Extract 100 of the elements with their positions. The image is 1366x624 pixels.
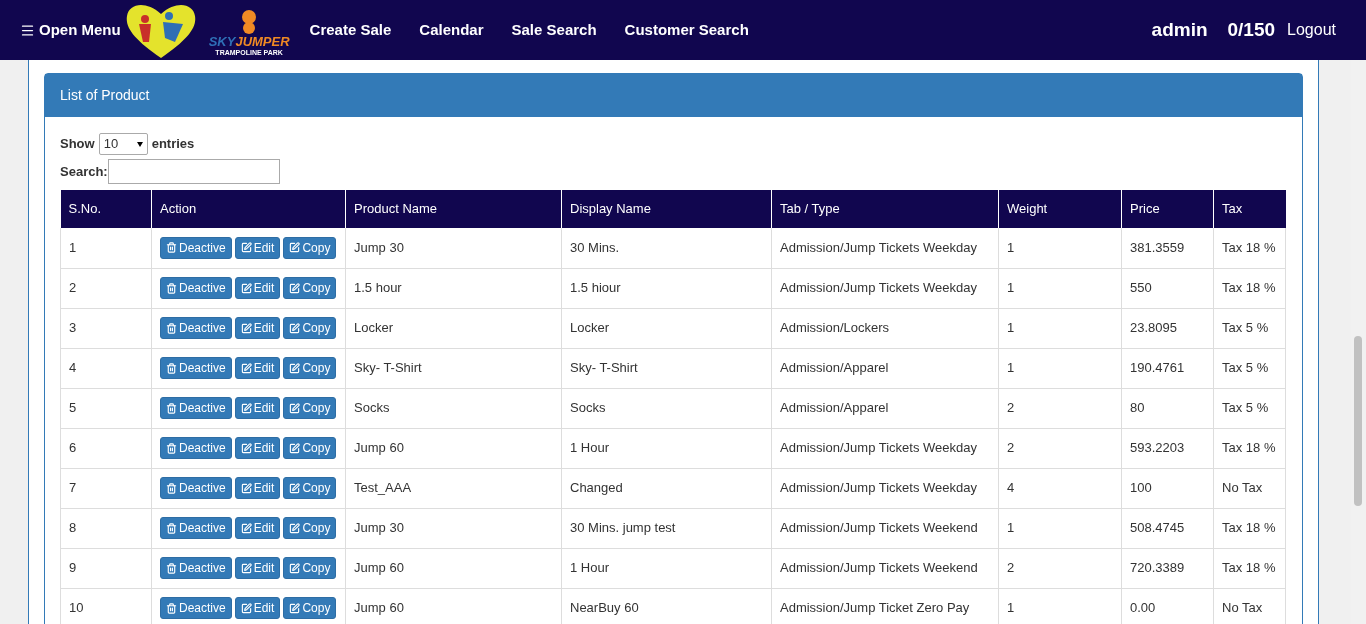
action-button[interactable]: Deactive [160,317,232,339]
panel-title: List of Product [60,86,150,105]
action-button[interactable]: Copy [283,317,337,339]
table-cell: Admission/Apparel [771,348,999,388]
table-cell: Admission/Jump Tickets Weekend [771,548,999,588]
table-cell: 80 [1121,388,1214,428]
action-button[interactable]: Edit [234,557,281,579]
table-cell: 1 [998,588,1122,624]
action-button[interactable]: Deactive [160,557,232,579]
column-header: S.No. [60,190,152,228]
edit-icon [289,322,301,334]
table-cell: 8 [60,508,152,548]
table-cell: Sky- T-Shirt [345,348,562,388]
trash-icon [166,402,177,414]
column-header: Weight [998,190,1122,228]
edit-icon [289,362,301,374]
entries-select[interactable]: 10 [98,133,148,155]
action-button[interactable]: Deactive [160,437,232,459]
table-cell: 550 [1121,268,1214,308]
action-button[interactable]: Deactive [160,397,232,419]
edit-icon [240,362,252,374]
action-button[interactable]: Edit [234,277,281,299]
entries-label: entries [151,135,195,154]
action-button[interactable]: Copy [283,277,337,299]
search-field[interactable] [107,159,280,184]
edit-icon [240,402,252,414]
table-cell: 1 [60,228,152,268]
nav-link[interactable]: Sale Search [511,18,597,42]
table-cell: Locker [561,308,772,348]
table-cell: 1.5 hiour [561,268,772,308]
trash-icon [166,322,177,334]
action-button[interactable]: Copy [283,597,337,619]
table-cell: 1 [998,268,1122,308]
action-button[interactable]: Edit [234,357,281,379]
action-button[interactable]: Edit [234,236,281,259]
action-button[interactable]: Copy [283,557,337,579]
action-button[interactable]: Deactive [160,277,232,299]
action-button[interactable]: Edit [234,597,281,619]
table-cell: 381.3559 [1121,228,1214,268]
action-button[interactable]: Deactive [160,477,232,499]
table-cell: 1 Hour [561,548,772,588]
action-button[interactable]: Deactive [160,357,232,379]
edit-icon [240,522,252,534]
table-cell: 5 [60,388,152,428]
scrollbar-thumb[interactable] [1354,336,1362,506]
edit-icon [289,442,301,454]
table-cell: Jump 60 [345,548,562,588]
table-cell: Sky- T-Shirt [561,348,772,388]
open-menu-button[interactable]: Open Menu [20,18,121,42]
table-cell: 190.4761 [1121,348,1214,388]
action-button[interactable]: Edit [234,437,281,459]
table-cell: 6 [60,428,152,468]
table-cell: Admission/Jump Tickets Weekend [771,508,999,548]
table-cell: No Tax [1213,468,1286,508]
edit-icon [289,482,301,494]
table-cell: Jump 60 [345,428,562,468]
nav-link[interactable]: Calendar [419,18,484,42]
column-header: Price [1121,190,1214,228]
table-cell: 1 [998,508,1122,548]
search-label: Search: [60,162,108,181]
trash-icon [166,522,177,534]
edit-icon [240,282,252,294]
table-cell: Admission/Jump Ticket Zero Pay [771,588,999,624]
action-button[interactable]: Copy [283,357,337,379]
action-button[interactable]: Copy [283,477,337,499]
action-button[interactable]: Deactive [160,597,232,619]
column-header: Tax [1213,190,1286,228]
action-button[interactable]: Copy [283,397,337,419]
action-button[interactable]: Copy [283,437,337,459]
action-button[interactable]: Copy [283,517,337,539]
action-button[interactable]: Deactive [160,236,232,259]
table-cell: 1 Hour [561,428,772,468]
table-cell: Changed [561,468,772,508]
table-cell: Tax 18 % [1213,428,1286,468]
edit-icon [240,442,252,454]
table-cell: 720.3389 [1121,548,1214,588]
logout-link[interactable]: Logout [1287,18,1336,42]
table-cell: Tax 18 % [1213,228,1286,268]
table-cell: 23.8095 [1121,308,1214,348]
table-cell: 2 [998,548,1122,588]
edit-icon [240,562,252,574]
table-cell: Socks [561,388,772,428]
trash-icon [166,442,177,454]
action-button[interactable]: Edit [234,317,281,339]
column-header: Display Name [561,190,772,228]
table-cell: 4 [60,348,152,388]
trash-icon [166,562,177,574]
edit-icon [289,282,301,294]
action-button[interactable]: Deactive [160,517,232,539]
action-button[interactable]: Edit [234,477,281,499]
nav-link[interactable]: Customer Search [624,18,749,42]
table-cell: Tax 18 % [1213,508,1286,548]
table-cell: Tax 5 % [1213,308,1286,348]
action-button[interactable]: Edit [234,517,281,539]
trash-icon [166,602,177,614]
action-button[interactable]: Edit [234,397,281,419]
edit-icon [240,322,252,334]
action-button[interactable]: Copy [283,236,337,259]
nav-link[interactable]: Create Sale [309,18,392,42]
table-cell: 1.5 hour [345,268,562,308]
